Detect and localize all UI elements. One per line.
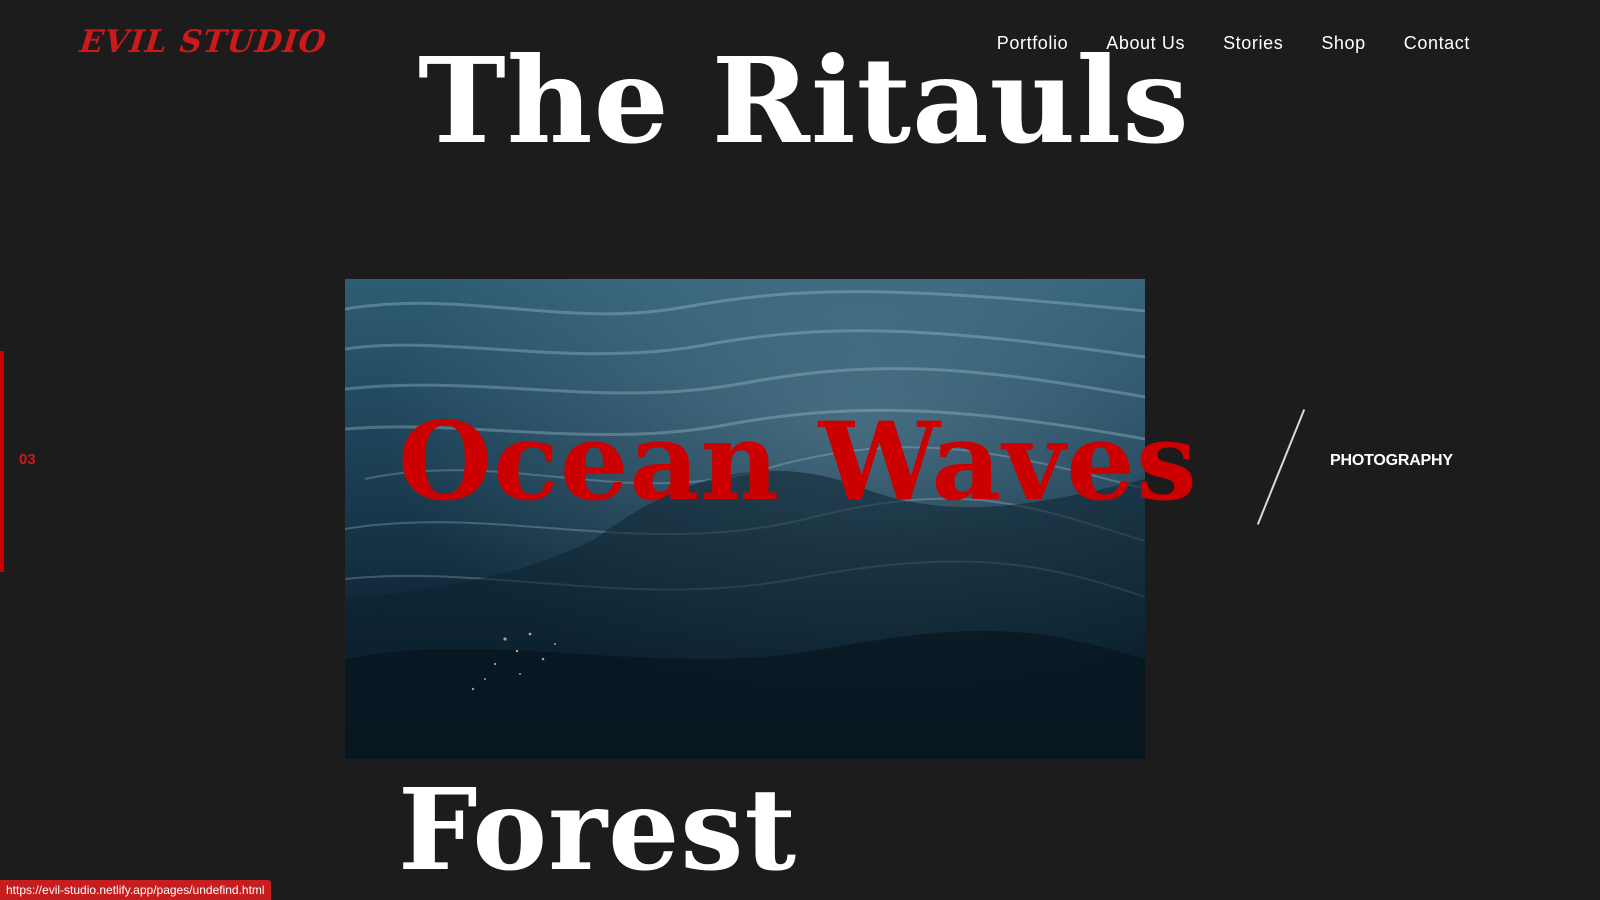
nav-link-about-us[interactable]: About Us [1106, 33, 1185, 54]
nav-link-portfolio[interactable]: Portfolio [997, 33, 1068, 54]
site-logo[interactable]: EVIL STUDIO [78, 24, 328, 60]
slide-progress-bar [0, 351, 4, 572]
nav-link-stories[interactable]: Stories [1223, 33, 1283, 54]
main-nav: Portfolio About Us Stories Shop Contact [997, 33, 1470, 54]
nav-link-contact[interactable]: Contact [1404, 33, 1470, 54]
category-divider [1256, 409, 1306, 525]
site-header: EVIL STUDIO Portfolio About Us Stories S… [0, 0, 1600, 90]
status-bar-url: https://evil-studio.netlify.app/pages/un… [0, 880, 271, 900]
slide-index: 03 [19, 451, 36, 468]
category-label: PHOTOGRAPHY [1330, 452, 1453, 469]
current-slide-title[interactable]: Ocean Waves [398, 408, 1198, 516]
next-slide-title[interactable]: Forest [398, 775, 797, 887]
nav-link-shop[interactable]: Shop [1321, 33, 1365, 54]
